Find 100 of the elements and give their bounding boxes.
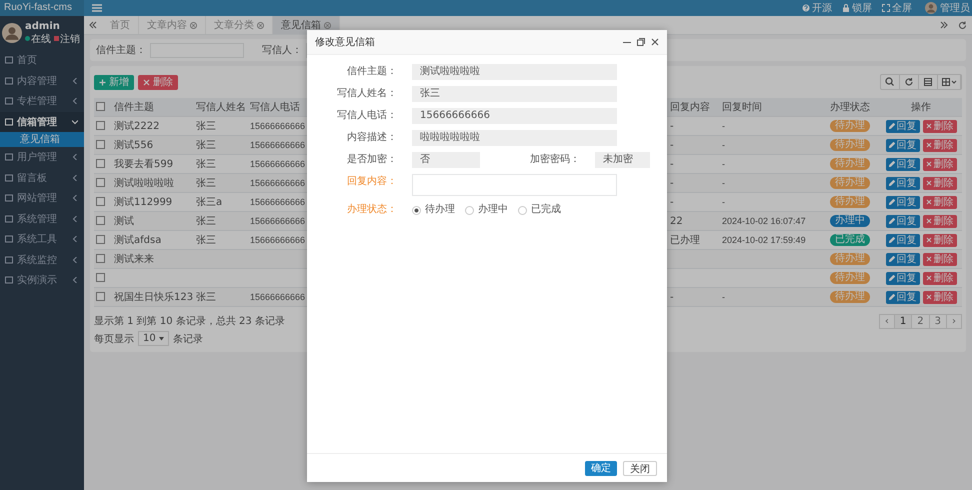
- refresh-icon[interactable]: [958, 20, 967, 30]
- page-size-select[interactable]: 10: [138, 331, 169, 346]
- header-action[interactable]: 全屏: [877, 1, 917, 15]
- sidebar-subitem[interactable]: 意见信箱: [0, 132, 84, 147]
- row-checkbox[interactable]: [96, 178, 105, 188]
- lock-icon: [842, 4, 850, 12]
- sidebar-item[interactable]: 实例演示: [0, 270, 84, 290]
- column-header[interactable]: 回复内容: [668, 100, 720, 114]
- row-action-button[interactable]: 删除: [922, 272, 956, 284]
- row-action-button[interactable]: 删除: [922, 176, 956, 190]
- row-checkbox[interactable]: [96, 140, 105, 150]
- row-action-button[interactable]: 删除: [922, 196, 956, 208]
- row-action-button[interactable]: 回复: [886, 138, 920, 152]
- pencil-icon: [888, 294, 894, 300]
- help-icon: [802, 4, 810, 12]
- row-action-button[interactable]: 回复: [886, 196, 920, 208]
- row-checkbox[interactable]: [96, 254, 105, 264]
- row-action-button[interactable]: 回复: [886, 120, 920, 132]
- restore-icon[interactable]: [637, 38, 645, 46]
- field-label: 回复内容：: [346, 174, 397, 189]
- record-summary: 显示第 1 到第 10 条记录，总共 23 条记录: [94, 314, 285, 328]
- row-action-button[interactable]: 删除: [922, 158, 956, 170]
- scroll-left-icon[interactable]: [89, 21, 97, 29]
- avatar-icon[interactable]: [925, 2, 937, 14]
- field-label: 是否加密：: [346, 152, 397, 167]
- square-icon: [5, 214, 13, 223]
- logout-icon: [54, 36, 59, 41]
- row-checkbox[interactable]: [96, 121, 105, 130]
- square-icon: [5, 97, 13, 106]
- sidebar-item[interactable]: 内容管理: [0, 70, 84, 91]
- page-tab[interactable]: 文章内容: [139, 16, 206, 34]
- sidebar-item[interactable]: 系统工具: [0, 229, 84, 250]
- sidebar-item[interactable]: 留言板: [0, 168, 84, 188]
- column-header[interactable]: 信件主题: [112, 100, 194, 114]
- dialog-button[interactable]: 确定: [585, 460, 617, 476]
- table-cell: -: [722, 140, 725, 150]
- input-field[interactable]: 测试啦啦啦啦: [412, 64, 617, 80]
- row-checkbox[interactable]: [96, 292, 105, 302]
- radio-option[interactable]: 已完成: [518, 202, 561, 218]
- toolbar-button[interactable]: 新增: [94, 74, 134, 90]
- row-action-button[interactable]: 删除: [922, 252, 956, 266]
- row-checkbox[interactable]: [96, 159, 105, 168]
- user-name[interactable]: 管理员: [940, 1, 970, 15]
- column-header[interactable]: 写信人姓名: [194, 100, 248, 114]
- close-icon[interactable]: [651, 38, 659, 46]
- column-header[interactable]: 写信人电话: [248, 100, 306, 114]
- row-action-button[interactable]: 删除: [922, 120, 956, 132]
- input-field[interactable]: 未加密: [595, 152, 650, 168]
- sidebar-item[interactable]: 网站管理: [0, 188, 84, 208]
- row-checkbox[interactable]: [96, 197, 105, 206]
- page-button[interactable]: 2: [911, 314, 930, 329]
- header-action[interactable]: 锁屏: [837, 1, 877, 15]
- input-field[interactable]: 15666666666: [412, 108, 617, 124]
- select-all-checkbox[interactable]: [96, 102, 105, 112]
- dialog-button[interactable]: 关闭: [623, 460, 657, 476]
- row-action-button[interactable]: 回复: [886, 214, 920, 228]
- row-checkbox[interactable]: [96, 216, 105, 226]
- row-action-button[interactable]: 删除: [922, 234, 956, 246]
- sidebar-item[interactable]: 专栏管理: [0, 91, 84, 112]
- page-tab[interactable]: 首页: [102, 16, 139, 34]
- table-cell: -: [722, 121, 725, 131]
- radio-option[interactable]: 待办理: [412, 202, 455, 218]
- cross-icon: [926, 180, 932, 186]
- sidebar-item[interactable]: 系统监控: [0, 250, 84, 270]
- radio-option[interactable]: 办理中: [465, 202, 508, 218]
- table-cell: -: [722, 159, 725, 169]
- sidebar-item[interactable]: 系统管理: [0, 208, 84, 229]
- sidebar-item[interactable]: 首页: [0, 50, 84, 70]
- previous-page-button[interactable]: ‹: [878, 314, 895, 329]
- table-cell: 张三: [196, 292, 216, 303]
- row-action-button[interactable]: 删除: [922, 290, 956, 304]
- toolbar-button[interactable]: 删除: [138, 74, 178, 90]
- field-label: 信件主题：: [96, 44, 146, 57]
- row-action-button[interactable]: 回复: [886, 252, 920, 266]
- status-badge: 待办理: [830, 120, 870, 132]
- input-field[interactable]: 否: [412, 152, 480, 168]
- logout-link[interactable]: 注销: [60, 32, 80, 46]
- sidebar-item[interactable]: 用户管理: [0, 147, 84, 168]
- header-action[interactable]: 开源: [797, 1, 837, 15]
- square-icon: [5, 118, 13, 126]
- sidebar-item[interactable]: 信箱管理: [0, 112, 84, 132]
- field-label: 写信人姓名：: [336, 87, 397, 101]
- input-field[interactable]: 啦啦啦啦啦啦: [412, 130, 617, 146]
- row-checkbox[interactable]: [96, 235, 105, 244]
- pencil-icon: [888, 180, 894, 186]
- row-action-button[interactable]: 回复: [886, 272, 920, 284]
- row-action-button[interactable]: 回复: [886, 234, 920, 246]
- row-action-button[interactable]: 删除: [922, 138, 956, 152]
- input-field[interactable]: 张三: [412, 86, 617, 102]
- row-checkbox[interactable]: [96, 273, 105, 282]
- column-header[interactable]: 回复时间: [720, 100, 820, 114]
- menu-icon[interactable]: [92, 4, 102, 12]
- row-action-button[interactable]: 回复: [886, 158, 920, 170]
- row-action-button[interactable]: 删除: [922, 214, 956, 228]
- scroll-right-icon[interactable]: [940, 21, 948, 29]
- column-header[interactable]: 操作: [880, 100, 962, 114]
- column-header[interactable]: 办理状态: [820, 100, 880, 114]
- next-page-button[interactable]: ›: [946, 314, 962, 329]
- row-action-button[interactable]: 回复: [886, 290, 920, 304]
- row-action-button[interactable]: 回复: [886, 176, 920, 190]
